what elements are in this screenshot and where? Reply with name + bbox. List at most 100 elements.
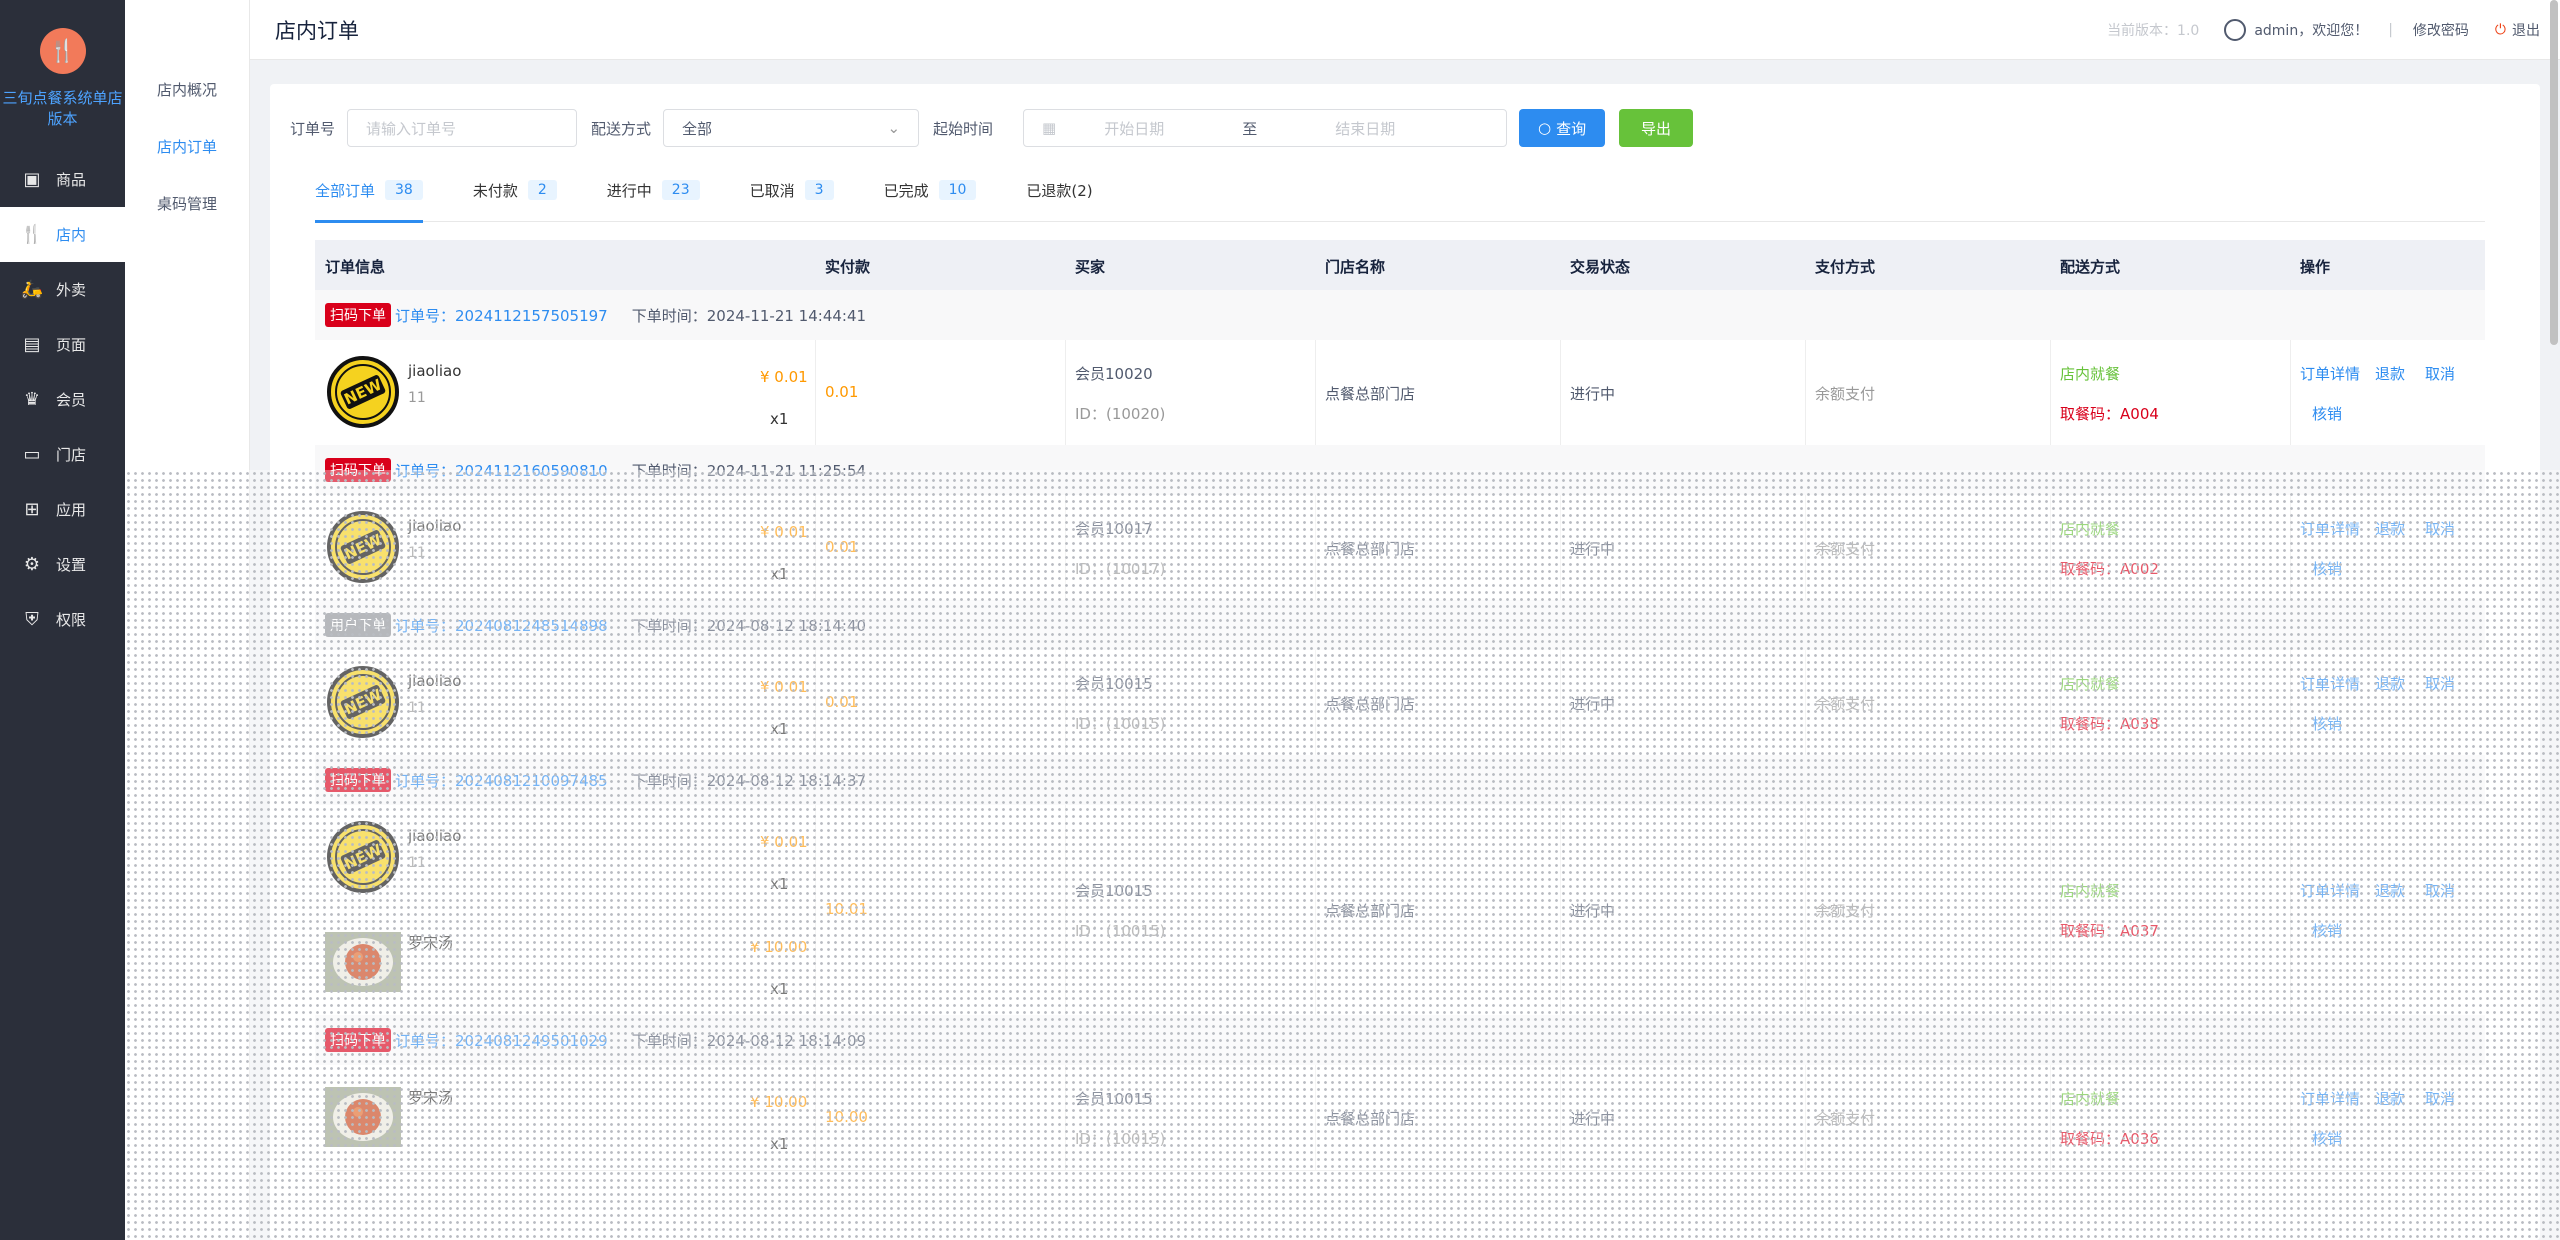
sidebar-item-label: 会员 (56, 391, 87, 409)
sidebar-item[interactable]: ⚙ 设置 (0, 537, 125, 592)
order-detail-link[interactable]: 订单详情 (2300, 363, 2360, 384)
refund-link[interactable]: 退款 (2375, 518, 2405, 539)
buyer-id-prefix: ID： (1075, 1129, 1106, 1148)
buyer-id-prefix: ID： (1075, 559, 1106, 578)
order-detail-link[interactable]: 订单详情 (2300, 880, 2360, 901)
tab[interactable]: 进行中 23 (607, 180, 700, 222)
tab[interactable]: 全部订单 38 (315, 180, 423, 223)
refund-link[interactable]: 退款 (2375, 673, 2405, 694)
tab-label: 进行中 (606, 182, 652, 200)
order-detail-link[interactable]: 订单详情 (2300, 673, 2360, 694)
cancel-link[interactable]: 取消 (2425, 518, 2455, 539)
verify-link[interactable]: 核销 (2312, 403, 2342, 424)
verify-link[interactable]: 核销 (2312, 920, 2342, 941)
sidebar-item-label: 店内 (56, 226, 87, 244)
cancel-link[interactable]: 取消 (2425, 880, 2455, 901)
order-number-value: 2024081210097485 (455, 771, 608, 790)
sidebar-item-label: 商品 (56, 171, 87, 189)
cancel-link[interactable]: 取消 (2425, 1088, 2455, 1109)
tab[interactable]: 未付款 2 (473, 180, 557, 222)
order-number[interactable]: 订单号：2024112160590810 (395, 460, 608, 481)
sidebar-item[interactable]: 🍴 店内 (0, 207, 125, 262)
export-button[interactable]: 导出 (1619, 109, 1694, 147)
buyer-name: 会员10017 (1075, 519, 1153, 538)
column-divider (2050, 340, 2051, 445)
buyer-id-prefix: ID： (1075, 404, 1106, 423)
column-divider (1560, 340, 1561, 445)
product-quantity: x1 (770, 720, 789, 738)
product-image: NEW (325, 664, 401, 740)
verify-link[interactable]: 核销 (2312, 558, 2342, 579)
order-detail-link[interactable]: 订单详情 (2300, 1088, 2360, 1109)
cancel-link[interactable]: 取消 (2425, 363, 2455, 384)
store-icon: ▭ (23, 444, 41, 465)
buyer-id: ID：(10015) (1075, 920, 1165, 941)
sidebar-item[interactable]: ▭ 门店 (0, 427, 125, 482)
order-number[interactable]: 订单号：2024081249501029 (395, 1030, 608, 1051)
subnav-item[interactable]: 桌码管理 (125, 176, 249, 233)
verify-link[interactable]: 核销 (2312, 1128, 2342, 1149)
paid-amount: 10.00 (825, 1107, 868, 1126)
sidebar-item[interactable]: 🛵 外卖 (0, 262, 125, 317)
sidebar-item[interactable]: ▤ 页面 (0, 317, 125, 372)
tab[interactable]: 已完成 10 (884, 180, 977, 222)
payment-method: 余额支付 (1815, 1109, 1876, 1128)
order-number[interactable]: 订单号：2024112157505197 (395, 305, 608, 326)
buyer-name: 会员10020 (1075, 364, 1153, 383)
tab[interactable]: 已退款(2) (1026, 180, 1092, 222)
sidebar-item[interactable]: ♛ 会员 (0, 372, 125, 427)
user-greeting: admin，欢迎您！ (2254, 23, 2369, 39)
page-scrollbar[interactable] (2550, 0, 2558, 345)
order-number-prefix: 订单号： (395, 771, 456, 790)
sidebar-item[interactable]: ▣ 商品 (0, 152, 125, 207)
column-header: 操作 (2300, 258, 2331, 276)
logout-link[interactable]: 退出 (2512, 20, 2540, 40)
subnav-item[interactable]: 店内订单 (125, 119, 249, 176)
gear-icon: ⚙ (23, 554, 41, 575)
order-time-value: 2024-08-12 18:14:37 (706, 771, 867, 790)
trade-status: 进行中 (1570, 384, 1616, 403)
column-divider (1065, 650, 1066, 755)
column-divider (1805, 1065, 1806, 1170)
delivery-select[interactable]: 全部 ⌄ (663, 109, 920, 147)
verify-link[interactable]: 核销 (2312, 713, 2342, 734)
paid-amount: 0.01 (825, 692, 859, 711)
order-detail-link[interactable]: 订单详情 (2300, 518, 2360, 539)
order-row: 扫码下单 订单号：2024081210097485 下单时间：2024-08-12 … (315, 755, 2485, 1016)
order-row: 扫码下单 订单号：2024081249501029 下单时间：2024-08-12 … (315, 1015, 2485, 1171)
apps-icon: ⊞ (24, 499, 40, 520)
cancel-link[interactable]: 取消 (2425, 673, 2455, 694)
power-icon[interactable]: ⏻ (2495, 22, 2506, 38)
date-range-picker[interactable]: ▦ 开始日期 至 结束日期 (1023, 109, 1508, 147)
refund-link[interactable]: 退款 (2375, 363, 2405, 384)
search-button[interactable]: ○ 查询 (1519, 109, 1606, 147)
paid-amount: 0.01 (825, 382, 859, 401)
secondary-sidebar: 店内概况 店内订单 桌码管理 (125, 0, 250, 1240)
order-number[interactable]: 订单号：2024081210097485 (395, 770, 608, 791)
sidebar-item[interactable]: ⊞ 应用 (0, 482, 125, 537)
subnav-item[interactable]: 店内概况 (125, 62, 249, 119)
order-time-prefix: 下单时间： (631, 306, 707, 325)
payment-method: 余额支付 (1815, 902, 1876, 920)
refund-link[interactable]: 退款 (2375, 1088, 2405, 1109)
order-time-prefix: 下单时间： (631, 771, 707, 790)
app-logo: 🍴 三旬点餐系统单店版本 (0, 0, 125, 152)
order-body: 罗宋汤 ¥ 10.00 x1 10.00 会员10015 ID：(10015) 点餐总部门店… (315, 1065, 2485, 1170)
pickup-code: 取餐码：A038 (2060, 713, 2159, 734)
user-menu[interactable]: admin，欢迎您！ (2224, 19, 2368, 41)
product-price: ¥ 10.00 (750, 938, 808, 956)
order-no-input[interactable]: 请输入订单号 (347, 109, 578, 147)
payment-method: 余额支付 (1815, 384, 1876, 403)
change-password-link[interactable]: 修改密码 (2413, 20, 2469, 40)
pickup-code-prefix: 取餐码： (2060, 922, 2121, 940)
order-number[interactable]: 订单号：2024081248514898 (395, 615, 608, 636)
pickup-code-prefix: 取餐码： (2060, 404, 2121, 423)
order-body: NEW jiaoliao 11 ¥ 0.01 x1 0.01 会员10017 ID：(1001… (315, 495, 2485, 600)
tab[interactable]: 已取消 3 (750, 180, 834, 222)
sidebar-item[interactable]: ⛨ 权限 (0, 592, 125, 647)
column-divider (1315, 650, 1316, 755)
pickup-code-value: A004 (2120, 404, 2159, 423)
refund-link[interactable]: 退款 (2375, 880, 2405, 901)
buyer-name: 会员10015 (1075, 674, 1153, 693)
column-divider (1560, 805, 1561, 1015)
